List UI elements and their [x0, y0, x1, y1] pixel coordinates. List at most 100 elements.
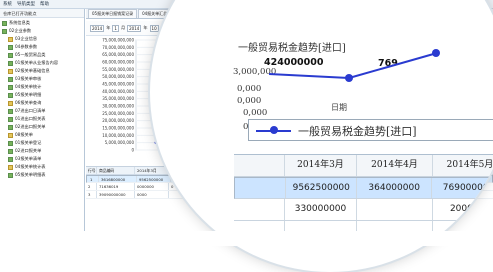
table-cell: 3616800000: [99, 176, 137, 182]
menu-system[interactable]: 系统: [3, 1, 12, 7]
lens-th-1: 2014年3月: [285, 155, 357, 176]
tree-item-label: 05报关单明细: [15, 92, 42, 97]
tree-item[interactable]: 02报关单基础信息: [0, 67, 84, 75]
folder-icon: [8, 156, 13, 162]
tab-0[interactable]: 05报关单日报销案记录: [88, 9, 138, 18]
folder-icon: [8, 172, 13, 178]
tree-item[interactable]: 01报关单从业报告内容: [0, 59, 84, 67]
tree-item[interactable]: 03报关单审核: [0, 75, 84, 83]
tree-item[interactable]: 05报关单明细: [0, 91, 84, 99]
tree-item-label: 08报关单: [15, 132, 33, 137]
folder-icon: [8, 60, 13, 66]
table-cell: 71636019: [97, 183, 135, 190]
table-cell: 2: [86, 183, 97, 190]
tree-item[interactable]: 08报关单: [0, 131, 84, 139]
tree-item[interactable]: 04参数参数: [0, 43, 84, 51]
folder-icon: [8, 132, 13, 138]
y-tick-label: 25,000,000,000: [102, 111, 134, 116]
column-header[interactable]: 商品编码: [97, 167, 135, 174]
y-tick-label: 45,000,000,000: [102, 82, 134, 87]
tree-item-label: 04参数参数: [15, 44, 38, 49]
month-label: 月: [120, 25, 126, 30]
legend-marker: [270, 126, 278, 134]
lens-row-1[interactable]: 9562500000 364000000 769000000: [234, 177, 493, 199]
tree-item[interactable]: 05报关单明细表: [0, 171, 84, 179]
folder-icon: [8, 92, 13, 98]
tree-item-label: 04报关单统计表: [15, 164, 46, 169]
tree-item-label: 01进出口报关表: [15, 116, 46, 121]
y-tick-label: 15,000,000,000: [102, 126, 134, 131]
y-tick-label: 10,000,000,000: [102, 133, 134, 138]
tree-item-label: 04报关单统计: [15, 84, 42, 89]
left-header: 仓库已打开功能点: [0, 9, 84, 18]
tree-item[interactable]: 01进出口报关表: [0, 115, 84, 123]
lens-cell: [357, 199, 433, 220]
y-tick-label: 30,000,000,000: [102, 104, 134, 109]
legend-text: 一般贸易税金趋势[进口]: [298, 125, 417, 138]
folder-icon: [8, 68, 13, 74]
tree-item-label: 02企业参数: [9, 28, 32, 33]
tree-item[interactable]: 01报关单登记: [0, 139, 84, 147]
tree-item[interactable]: 04报关单统计表: [0, 163, 84, 171]
tree-item[interactable]: 05一般贸易品类: [0, 51, 84, 59]
tree-item[interactable]: 系统信息类: [0, 19, 84, 27]
month-from-select[interactable]: 1: [112, 24, 119, 32]
lens-cell: 364000000: [357, 178, 433, 198]
lens-cell: [234, 199, 285, 220]
tree-item[interactable]: 04报关单统计: [0, 83, 84, 91]
y-tick-label: 70,000,000,000: [102, 45, 134, 50]
tree-item-label: 01报关单登记: [15, 140, 42, 145]
folder-icon: [8, 124, 13, 130]
y-tick-label: 5,000,000,000: [105, 140, 135, 145]
lens-cell: 9562500000: [286, 178, 358, 198]
tree-item-label: 02进出口报关单: [15, 124, 46, 129]
y-tick-label: 75,000,000,000: [102, 38, 134, 43]
tree-item[interactable]: 03企业信息: [0, 35, 84, 43]
tree-item-label: 03企业信息: [15, 36, 38, 41]
tree-item[interactable]: 07进出口日清单: [0, 107, 84, 115]
table-cell: 1: [88, 176, 99, 182]
menu-help[interactable]: 帮助: [40, 1, 49, 7]
year-to-select[interactable]: 2014: [127, 24, 142, 32]
folder-icon: [8, 44, 13, 50]
function-tree: 系统信息类 02企业参数 03企业信息 04参数参数 05一般贸易品类 01报关单从业报告…: [0, 18, 84, 180]
y-tick-label: 60,000,000,000: [102, 60, 134, 65]
lens-cell: 769000000: [432, 178, 493, 198]
tree-item[interactable]: 02进出口报关单: [0, 123, 84, 131]
folder-icon: [8, 148, 13, 154]
folder-icon: [8, 164, 13, 170]
lens-table-header: 2014年3月 2014年4月 2014年5月: [234, 155, 493, 177]
lens-th-3: 2014年5月: [433, 155, 493, 176]
folder-icon: [8, 108, 13, 114]
folder-icon: [8, 76, 13, 82]
y-tick-label: 40,000,000,000: [102, 89, 134, 94]
table-cell: 3: [86, 191, 97, 198]
lens-cell: 2000000: [433, 199, 493, 220]
folder-icon: [2, 28, 7, 34]
y-tick-label: 0: [131, 148, 134, 153]
left-panel: 仓库已打开功能点 系统信息类 02企业参数 03企业信息 04参数参数 05一般贸易品类…: [0, 9, 85, 231]
tree-item[interactable]: 06报关单查询: [0, 99, 84, 107]
year-label: 年: [106, 25, 111, 30]
lens-row-2[interactable]: 330000000 2000000: [234, 199, 493, 221]
column-header[interactable]: 行号: [86, 167, 97, 174]
tree-item-label: 06报关单查询: [15, 100, 42, 105]
folder-icon: [2, 20, 7, 26]
menu-nav[interactable]: 导航类型: [17, 1, 35, 7]
tree-item-label: 系统信息类: [9, 20, 30, 25]
year-from-select[interactable]: 2014: [90, 24, 105, 32]
tree-item[interactable]: 02企业参数: [0, 27, 84, 35]
lens-th-2: 2014年4月: [357, 155, 433, 176]
tree-item-label: 02报关单基础信息: [15, 68, 50, 73]
tree-item[interactable]: 02进口报关单: [0, 147, 84, 155]
year-label-2: 年: [143, 25, 148, 30]
folder-icon: [8, 36, 13, 42]
y-tick-label: 55,000,000,000: [102, 67, 134, 72]
folder-icon: [8, 116, 13, 122]
tree-item[interactable]: 03报关单清单: [0, 155, 84, 163]
status-bar: [0, 231, 493, 246]
lens-cell: [236, 178, 287, 198]
y-tick-label: 35,000,000,000: [102, 96, 134, 101]
tree-item-label: 03报关单清单: [15, 156, 42, 161]
tree-item-label: 01报关单从业报告内容: [15, 60, 59, 65]
